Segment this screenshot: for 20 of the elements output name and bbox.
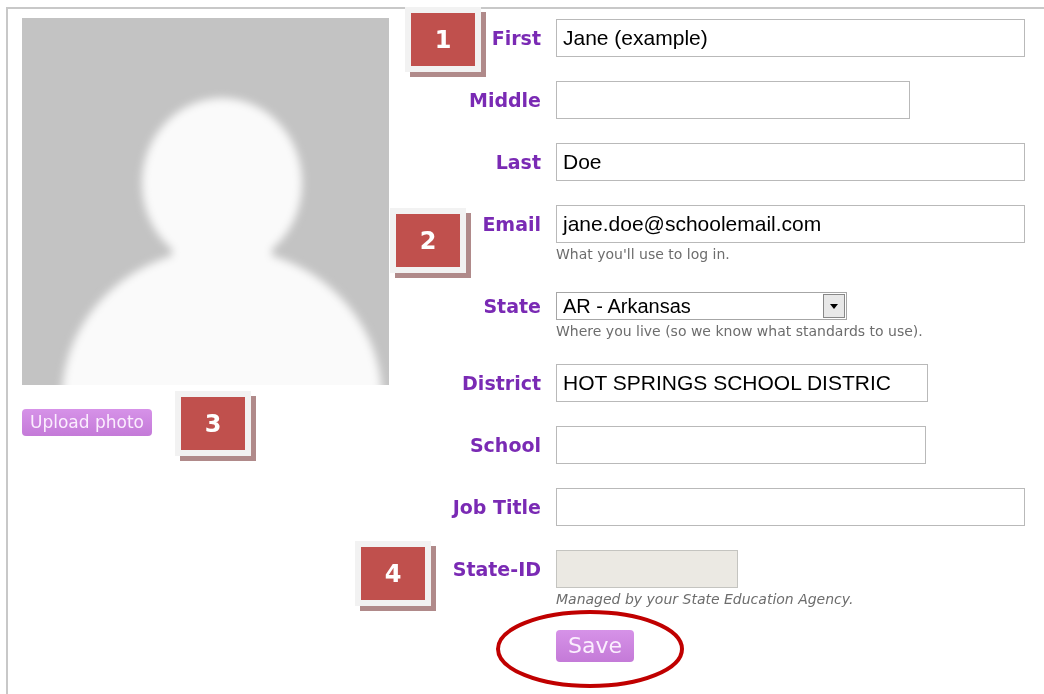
text-field[interactable]: HOT SPRINGS SCHOOL DISTRIC: [556, 364, 928, 402]
text-field[interactable]: Doe: [556, 143, 1025, 181]
field-label: State: [483, 294, 541, 319]
field-hint: What you'll use to log in.: [556, 246, 730, 263]
text-field[interactable]: [556, 426, 926, 464]
field-label: First: [491, 26, 541, 51]
field-label: School: [469, 433, 541, 458]
field-label: Email: [482, 212, 541, 237]
text-field[interactable]: [556, 488, 1025, 526]
field-label: District: [462, 371, 541, 396]
text-field[interactable]: [556, 81, 910, 119]
field-hint: Managed by your State Education Agency.: [556, 591, 854, 608]
text-field[interactable]: Jane (example): [556, 19, 1025, 57]
field-label: Last: [495, 150, 541, 175]
state-dropdown[interactable]: AR - Arkansas: [556, 292, 847, 320]
field-label: Middle: [468, 88, 541, 113]
text-field[interactable]: jane.doe@schoolemail.com: [556, 205, 1025, 243]
field-hint: Where you live (so we know what standards to use).: [556, 323, 923, 340]
field-label: Job Title: [452, 495, 541, 520]
field-label: State-ID: [452, 557, 541, 582]
